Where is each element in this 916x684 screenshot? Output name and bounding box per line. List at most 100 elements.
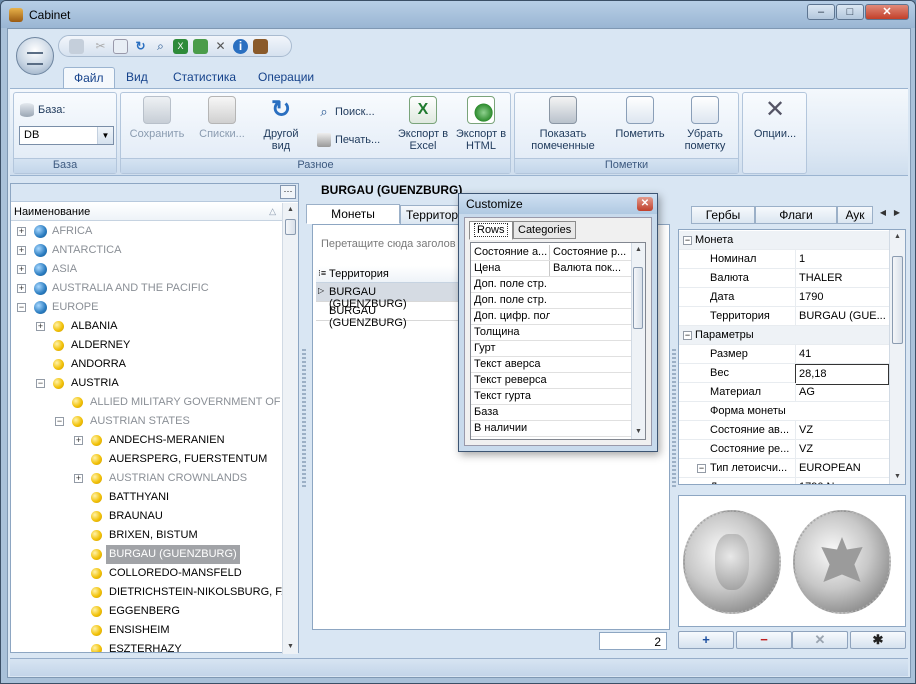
- tree-item[interactable]: + ANTARCTICA: [11, 241, 282, 260]
- print-button[interactable]: Печать...: [317, 133, 380, 147]
- collapse-icon[interactable]: −: [683, 236, 692, 245]
- scroll-down-icon[interactable]: ▼: [890, 470, 905, 484]
- property-row[interactable]: Дата 1790: [679, 288, 889, 307]
- tools-icon[interactable]: ✕: [213, 39, 228, 54]
- export-excel-button[interactable]: X Экспорт в Excel: [397, 96, 449, 152]
- tree-column-header[interactable]: Наименование △: [11, 203, 282, 221]
- expand-icon[interactable]: +: [74, 436, 83, 445]
- property-row[interactable]: Номинал 1: [679, 250, 889, 269]
- tree-options-button[interactable]: ···: [280, 185, 296, 199]
- scroll-up-icon[interactable]: ▲: [632, 243, 645, 257]
- customize-list-item[interactable]: В наличии: [471, 421, 633, 437]
- tree-scrollbar[interactable]: ▲ ▼: [282, 203, 298, 654]
- customize-list-item[interactable]: Толщина: [471, 325, 633, 341]
- property-value-editor[interactable]: 28,18: [795, 364, 889, 385]
- customize-list-item[interactable]: Доп. поле стр. 2: [471, 293, 633, 309]
- tree-item[interactable]: + AUSTRIAN CROWNLANDS: [11, 469, 282, 488]
- add-record-button[interactable]: +: [678, 631, 734, 649]
- customize-list-item[interactable]: Текст аверса: [471, 357, 633, 373]
- scroll-down-icon[interactable]: ▼: [632, 425, 645, 439]
- tab-flags[interactable]: Флаги: [755, 206, 837, 224]
- options-button[interactable]: ✕ Опции...: [747, 96, 803, 140]
- tab-scroll-right-icon[interactable]: ▶: [891, 205, 903, 221]
- tab-coins[interactable]: Монеты: [306, 204, 400, 224]
- column-chooser-icon[interactable]: ⁝≡: [318, 268, 326, 279]
- tab-statistics[interactable]: Статистика: [163, 67, 246, 88]
- tree-item[interactable]: ENSISHEIM: [11, 621, 282, 640]
- property-row[interactable]: Состояние ав... VZ: [679, 421, 889, 440]
- customize-list-item[interactable]: Доп. цифр. поле: [471, 309, 633, 325]
- customize-list-item[interactable]: Доп. поле стр. 1: [471, 277, 633, 293]
- customize-list-item[interactable]: Текст гурта: [471, 389, 633, 405]
- unmark-button[interactable]: Убрать пометку: [675, 96, 735, 152]
- tab-scroll-left-icon[interactable]: ◀: [877, 205, 889, 221]
- tree-item[interactable]: − EUROPE: [11, 298, 282, 317]
- coin-reverse-image[interactable]: [793, 510, 891, 614]
- collapse-icon[interactable]: −: [36, 379, 45, 388]
- collapse-icon[interactable]: −: [683, 331, 692, 340]
- right-splitter[interactable]: [672, 349, 676, 489]
- grid-column-header[interactable]: ⁝≡ Территория: [316, 266, 466, 283]
- excel-icon[interactable]: X: [173, 39, 188, 54]
- expand-icon[interactable]: +: [17, 265, 26, 274]
- customize-list-item[interactable]: Гурт: [471, 341, 633, 357]
- property-scrollbar[interactable]: ▲ ▼: [889, 230, 905, 484]
- scroll-up-icon[interactable]: ▲: [890, 230, 905, 244]
- tab-categories[interactable]: Categories: [513, 221, 577, 239]
- customize-scrollbar[interactable]: ▲ ▼: [631, 243, 645, 439]
- tree-item[interactable]: ALDERNEY: [11, 336, 282, 355]
- html-export-icon[interactable]: [193, 39, 208, 54]
- customize-list-item[interactable]: Цена Валюта пок...: [471, 261, 633, 277]
- tab-auctions[interactable]: Аук: [837, 206, 873, 224]
- tab-file[interactable]: Файл: [63, 67, 115, 88]
- export-html-button[interactable]: Экспорт в HTML: [455, 96, 507, 152]
- table-row[interactable]: BURGAU (GUENZBURG): [316, 302, 466, 329]
- search-icon[interactable]: ⌕: [153, 39, 168, 54]
- cancel-record-button[interactable]: ✕: [792, 631, 848, 649]
- tab-view[interactable]: Вид: [116, 67, 158, 88]
- scroll-up-icon[interactable]: ▲: [283, 203, 298, 217]
- property-row[interactable]: Территория BURGAU (GUE...: [679, 307, 889, 326]
- tree-scrollbar-thumb[interactable]: [285, 219, 296, 235]
- close-button[interactable]: ✕: [865, 4, 909, 20]
- tree-item[interactable]: AUERSPERG, FUERSTENTUM: [11, 450, 282, 469]
- tree-item[interactable]: ANDORRA: [11, 355, 282, 374]
- customize-scrollbar-thumb[interactable]: [633, 267, 643, 329]
- save-icon[interactable]: [69, 39, 84, 54]
- asterisk-button[interactable]: ✱: [850, 631, 906, 649]
- mark-button[interactable]: Пометить: [611, 96, 669, 140]
- customize-list-item[interactable]: Текст реверса: [471, 373, 633, 389]
- tree-item[interactable]: + AFRICA: [11, 222, 282, 241]
- copy-icon[interactable]: [113, 39, 128, 54]
- expand-icon[interactable]: +: [74, 474, 83, 483]
- other-view-button[interactable]: ↻ Другой вид: [257, 96, 305, 152]
- tab-operations[interactable]: Операции: [248, 67, 324, 88]
- exit-icon[interactable]: [253, 39, 268, 54]
- scroll-down-icon[interactable]: ▼: [283, 640, 298, 654]
- collapse-icon[interactable]: −: [697, 464, 706, 473]
- chevron-down-icon[interactable]: ▼: [97, 127, 113, 144]
- property-row[interactable]: Размер 41: [679, 345, 889, 364]
- property-row[interactable]: Материал AG: [679, 383, 889, 402]
- lists-button[interactable]: Списки...: [193, 96, 251, 140]
- property-row[interactable]: − Тип летоисчи... EUROPEAN: [679, 459, 889, 478]
- expand-icon[interactable]: +: [36, 322, 45, 331]
- property-row[interactable]: Вес 28,18: [679, 364, 889, 385]
- tree-item[interactable]: BRIXEN, BISTUM: [11, 526, 282, 545]
- tree-item[interactable]: DIETRICHSTEIN-NIKOLSBURG, F...: [11, 583, 282, 602]
- tree-item[interactable]: + AUSTRALIA AND THE PACIFIC: [11, 279, 282, 298]
- collapse-icon[interactable]: −: [55, 417, 64, 426]
- left-splitter[interactable]: [302, 349, 306, 489]
- tree-item[interactable]: ALLIED MILITARY GOVERNMENT OF ...: [11, 393, 282, 412]
- property-row[interactable]: Дата на м...1790 N: [679, 478, 889, 484]
- tree-item[interactable]: + ANDECHS-MERANIEN: [11, 431, 282, 450]
- search-button[interactable]: ⌕ Поиск...: [317, 105, 374, 119]
- customize-list-item[interactable]: Состояние а... Состояние р...: [471, 245, 633, 261]
- cut-icon[interactable]: ✂: [93, 39, 108, 54]
- property-row[interactable]: Состояние ре... VZ: [679, 440, 889, 459]
- expand-icon[interactable]: +: [17, 246, 26, 255]
- tree-item[interactable]: COLLOREDO-MANSFELD: [11, 564, 282, 583]
- coin-obverse-image[interactable]: [683, 510, 781, 614]
- maximize-button[interactable]: □: [836, 4, 864, 20]
- expand-icon[interactable]: +: [17, 227, 26, 236]
